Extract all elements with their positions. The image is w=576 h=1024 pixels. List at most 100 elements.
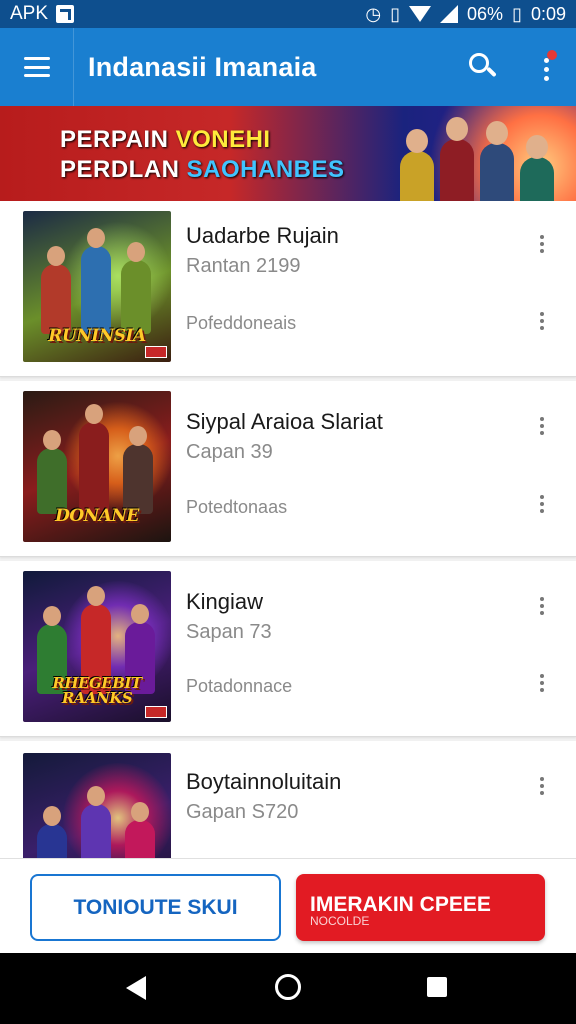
battery-label: 06% [467,3,504,24]
home-icon[interactable] [275,974,301,1000]
item-meta: Potedtonaas [186,497,288,517]
item-secondary-more-button[interactable] [534,312,550,334]
more-vert-dot [540,502,544,506]
game-thumbnail: RHEGEBIT RAANKS [23,571,171,722]
item-title: Siypal Araioa Slariat [186,409,383,434]
search-button[interactable] [466,50,498,82]
banner-hero-figure [400,129,434,201]
status-bar: APK ◷ ▯ 06% ▯ 0:09 [0,0,576,28]
character-figure [125,802,155,858]
search-icon-handle [486,66,497,78]
status-left: APK [10,3,75,25]
character-figure [81,786,111,858]
age-badge [145,706,167,718]
more-vert-icon [540,777,544,781]
more-vert-dot [540,688,544,692]
more-vert-dot [544,67,549,72]
app-title: Indanasii Imanaia [88,51,317,82]
item-meta: Potadonnace [186,676,293,696]
item-subtitle: Capan 39 [186,441,273,463]
alarm-icon: ◷ [365,3,382,24]
banner-hero-figure [520,135,554,201]
item-title: Kingiaw [186,589,264,614]
recents-icon[interactable] [427,977,447,997]
vibrate-icon: ▯ [390,3,401,24]
character-figure [121,242,151,334]
item-title: Uadarbe Rujain [186,223,339,248]
more-vert-icon [540,312,544,316]
game-list[interactable]: RUNINSIA Uadarbe Rujain Rantan 2199 Pofe… [0,201,576,858]
list-item[interactable]: RUNINSIA Uadarbe Rujain Rantan 2199 Pofe… [0,201,576,377]
item-more-button[interactable] [534,417,550,439]
hamburger-icon [23,57,50,77]
banner-line-1-prefix: PERPAIN [60,126,176,153]
list-item[interactable]: RHEGEBIT RAANKS Kingiaw Sapan 73 Potadon… [0,561,576,737]
more-vert-dot [540,319,544,323]
character-figure [37,806,67,858]
character-figure [79,404,109,514]
banner-line-2: PERDLAN SAOHANBES [60,156,345,184]
thumbnail-logo-text: RUNINSIA [48,326,146,346]
primary-action-sublabel: NOCOLDE [310,914,370,928]
promo-banner[interactable]: PERPAIN VONEHI PERDLAN SAOHANBES [0,106,576,201]
list-item[interactable]: DONANE Siypal Araioa Slariat Capan 39 Po… [0,381,576,557]
item-subtitle: Rantan 2199 [186,255,301,277]
screen: APK ◷ ▯ 06% ▯ 0:09 Indanasii Imanaia PER… [0,0,576,1024]
more-vert-icon [540,235,544,239]
more-vert-dot [540,249,544,253]
banner-hero-figure [440,117,474,201]
banner-line-2-highlight: SAOHANBES [186,156,345,183]
app-bar: Indanasii Imanaia [0,28,576,106]
wifi-icon [409,6,432,22]
status-right: ◷ ▯ 06% ▯ 0:09 [365,4,566,25]
game-thumbnail: DONANE [23,391,171,542]
carrier-label: APK [10,3,49,24]
more-vert-dot [540,431,544,435]
primary-action-button[interactable]: IMERAKIN CPEEE NOCOLDE [296,874,545,941]
menu-button[interactable] [0,28,74,106]
more-vert-icon [540,495,544,499]
item-more-button[interactable] [534,235,550,257]
banner-line-2-prefix: PERDLAN [60,156,187,183]
more-vert-icon [540,417,544,421]
game-thumbnail: RUNINSIA [23,211,171,362]
game-thumbnail [23,753,171,858]
more-vert-dot [540,509,544,513]
item-secondary-more-button[interactable] [534,674,550,696]
thumbnail-logo-text: RHEGEBIT RAANKS [52,674,142,707]
age-badge [145,346,167,358]
more-vert-icon [540,674,544,678]
download-notification-icon [56,5,75,23]
character-figure [123,426,153,514]
more-vert-dot [540,424,544,428]
character-figure [41,246,71,334]
character-figure [81,228,111,334]
more-vert-dot [540,611,544,615]
back-icon[interactable] [126,976,146,1000]
more-vert-dot [540,681,544,685]
signal-icon [440,5,459,23]
clock: 0:09 [530,3,566,24]
more-vert-dot [540,242,544,246]
banner-hero-figure [480,121,514,201]
more-vert-icon [540,597,544,601]
thumbnail-glow [63,221,171,331]
secondary-action-label: TONIOUTE SKUI [73,895,238,919]
more-vert-dot [540,784,544,788]
more-vert-dot [540,604,544,608]
system-nav-bar [0,953,576,1024]
notification-dot [547,50,557,60]
thumbnail-logo-text: DONANE [55,506,139,526]
more-vert-dot [540,326,544,330]
battery-icon: ▯ [512,3,522,24]
item-meta: Pofeddoneais [186,313,297,333]
item-secondary-more-button[interactable] [534,495,550,517]
more-vert-dot [540,791,544,795]
character-figure [37,430,67,514]
banner-line-1: PERPAIN VONEHI [60,126,271,154]
banner-line-1-highlight: VONEHI [175,126,271,153]
item-more-button[interactable] [534,777,550,799]
item-more-button[interactable] [534,597,550,619]
list-item[interactable]: Boytainnoluitain Gapan S720 [0,741,576,858]
secondary-action-button[interactable]: TONIOUTE SKUI [30,874,281,941]
